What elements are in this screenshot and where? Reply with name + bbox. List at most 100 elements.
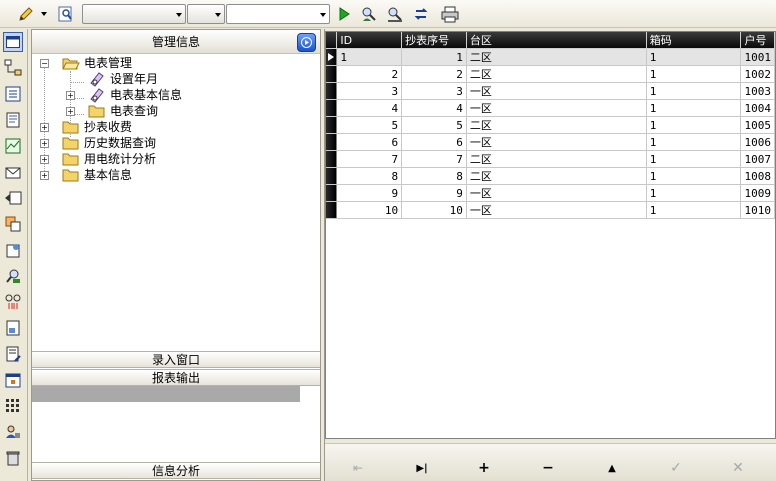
- cell-account[interactable]: 1010: [740, 201, 775, 219]
- filter-combo-1[interactable]: [82, 4, 186, 24]
- cell-box-code[interactable]: 1: [646, 150, 742, 168]
- table-row[interactable]: 3 3 一区 1 1003: [326, 82, 775, 100]
- cell-id[interactable]: 7: [336, 150, 403, 168]
- cell-account[interactable]: 1004: [740, 99, 775, 117]
- edit-doc-icon[interactable]: [3, 344, 23, 364]
- column-header-area[interactable]: 台区: [466, 32, 647, 49]
- nav-up-button[interactable]: ▲: [599, 458, 625, 478]
- cell-account[interactable]: 1008: [740, 167, 775, 185]
- tree-expand-toggle[interactable]: +: [66, 91, 75, 100]
- table-row[interactable]: 5 5 二区 1 1005: [326, 116, 775, 134]
- cell-account[interactable]: 1006: [740, 133, 775, 151]
- cell-account[interactable]: 1007: [740, 150, 775, 168]
- cell-box-code[interactable]: 1: [646, 184, 742, 202]
- chart-icon[interactable]: [3, 136, 23, 156]
- cell-reading-seq[interactable]: 4: [401, 99, 467, 117]
- row-indicator[interactable]: [326, 133, 338, 151]
- cell-id[interactable]: 9: [336, 184, 403, 202]
- tree-node-meter-reading-fees[interactable]: 抄表收费: [62, 119, 132, 135]
- cell-reading-seq[interactable]: 9: [401, 184, 467, 202]
- nav-post-button[interactable]: ✓: [663, 458, 689, 478]
- entry-window-bar[interactable]: 录入窗口: [32, 351, 320, 368]
- meter-data-grid[interactable]: ID 抄表序号 台区 箱码 户号 1 1 二区 1 1001 2 2 二区 1 1002 3 3 一区 1…: [325, 31, 776, 439]
- cell-reading-seq[interactable]: 10: [401, 201, 467, 219]
- trash-icon[interactable]: [3, 448, 23, 468]
- cell-reading-seq[interactable]: 6: [401, 133, 467, 151]
- cell-area[interactable]: 一区: [466, 99, 647, 117]
- cell-box-code[interactable]: 1: [646, 167, 742, 185]
- cell-id[interactable]: 1: [336, 48, 403, 66]
- cell-box-code[interactable]: 1: [646, 65, 742, 83]
- cell-reading-seq[interactable]: 5: [401, 116, 467, 134]
- grid-icon[interactable]: [3, 396, 23, 416]
- cell-id[interactable]: 5: [336, 116, 403, 134]
- cell-reading-seq[interactable]: 8: [401, 167, 467, 185]
- tree-expand-toggle[interactable]: +: [40, 155, 49, 164]
- row-indicator[interactable]: [326, 65, 338, 83]
- report-output-bar[interactable]: 报表输出: [32, 369, 320, 386]
- find-next-icon[interactable]: [385, 4, 405, 24]
- preview-icon[interactable]: [56, 4, 76, 24]
- cell-area[interactable]: 一区: [466, 201, 647, 219]
- network-icon[interactable]: [3, 58, 23, 78]
- row-indicator[interactable]: [326, 150, 338, 168]
- column-header-reading-seq[interactable]: 抄表序号: [401, 32, 467, 49]
- export-icon[interactable]: [3, 188, 23, 208]
- table-row[interactable]: 7 7 二区 1 1007: [326, 150, 775, 168]
- tree-collapse-toggle[interactable]: −: [40, 59, 49, 68]
- column-header-account[interactable]: 户号: [740, 32, 775, 49]
- cell-id[interactable]: 2: [336, 65, 403, 83]
- table-row[interactable]: 10 10 一区 1 1010: [326, 201, 775, 219]
- cell-area[interactable]: 二区: [466, 65, 647, 83]
- cell-area[interactable]: 二区: [466, 116, 647, 134]
- table-row[interactable]: 1 1 二区 1 1001: [326, 48, 775, 66]
- tree-node-basic-info[interactable]: 基本信息: [62, 167, 132, 183]
- nav-go-button[interactable]: [297, 33, 316, 52]
- tree-expand-toggle[interactable]: +: [40, 139, 49, 148]
- table-row[interactable]: 4 4 一区 1 1004: [326, 99, 775, 117]
- search-user-icon[interactable]: [3, 266, 23, 286]
- row-indicator[interactable]: [326, 82, 338, 100]
- report-icon[interactable]: [3, 318, 23, 338]
- cell-box-code[interactable]: 1: [646, 82, 742, 100]
- nav-add-button[interactable]: +: [471, 458, 497, 478]
- cell-box-code[interactable]: 1: [646, 99, 742, 117]
- cell-box-code[interactable]: 1: [646, 133, 742, 151]
- table-row[interactable]: 9 9 一区 1 1009: [326, 184, 775, 202]
- nav-first-button[interactable]: ⇤: [345, 458, 371, 478]
- pencil-icon[interactable]: [16, 4, 36, 24]
- row-indicator[interactable]: [326, 116, 338, 134]
- info-analysis-bar[interactable]: 信息分析: [32, 462, 320, 479]
- cell-box-code[interactable]: 1: [646, 201, 742, 219]
- copy-icon[interactable]: [3, 214, 23, 234]
- cell-area[interactable]: 一区: [466, 82, 647, 100]
- pencil-dropdown-icon[interactable]: [38, 4, 50, 24]
- cell-id[interactable]: 10: [336, 201, 403, 219]
- nav-last-button[interactable]: ▶|: [409, 458, 435, 478]
- cell-box-code[interactable]: 1: [646, 116, 742, 134]
- refresh-icon[interactable]: [411, 4, 431, 24]
- settings-doc-icon[interactable]: [3, 240, 23, 260]
- tree-expand-toggle[interactable]: +: [40, 171, 49, 180]
- window-icon[interactable]: [3, 32, 23, 52]
- cell-area[interactable]: 一区: [466, 133, 647, 151]
- list-icon[interactable]: [3, 84, 23, 104]
- table-row[interactable]: 6 6 一区 1 1006: [326, 133, 775, 151]
- tree-node-history-query[interactable]: 历史数据查询: [62, 135, 156, 151]
- cell-account[interactable]: 1005: [740, 116, 775, 134]
- column-header-id[interactable]: ID: [336, 32, 403, 49]
- user-settings-icon[interactable]: [3, 422, 23, 442]
- tree-node-meter-basic-info[interactable]: 电表基本信息: [88, 87, 182, 103]
- cell-id[interactable]: 4: [336, 99, 403, 117]
- tree-expand-toggle[interactable]: +: [40, 123, 49, 132]
- cell-area[interactable]: 二区: [466, 48, 647, 66]
- cell-reading-seq[interactable]: 3: [401, 82, 467, 100]
- cell-account[interactable]: 1009: [740, 184, 775, 202]
- cell-reading-seq[interactable]: 2: [401, 65, 467, 83]
- filter-value-combo[interactable]: [226, 4, 330, 24]
- nav-delete-button[interactable]: −: [535, 458, 561, 478]
- cell-id[interactable]: 6: [336, 133, 403, 151]
- filter-combo-2[interactable]: [187, 4, 225, 24]
- meter-icon[interactable]: [3, 292, 23, 312]
- column-header-box-code[interactable]: 箱码: [646, 32, 742, 49]
